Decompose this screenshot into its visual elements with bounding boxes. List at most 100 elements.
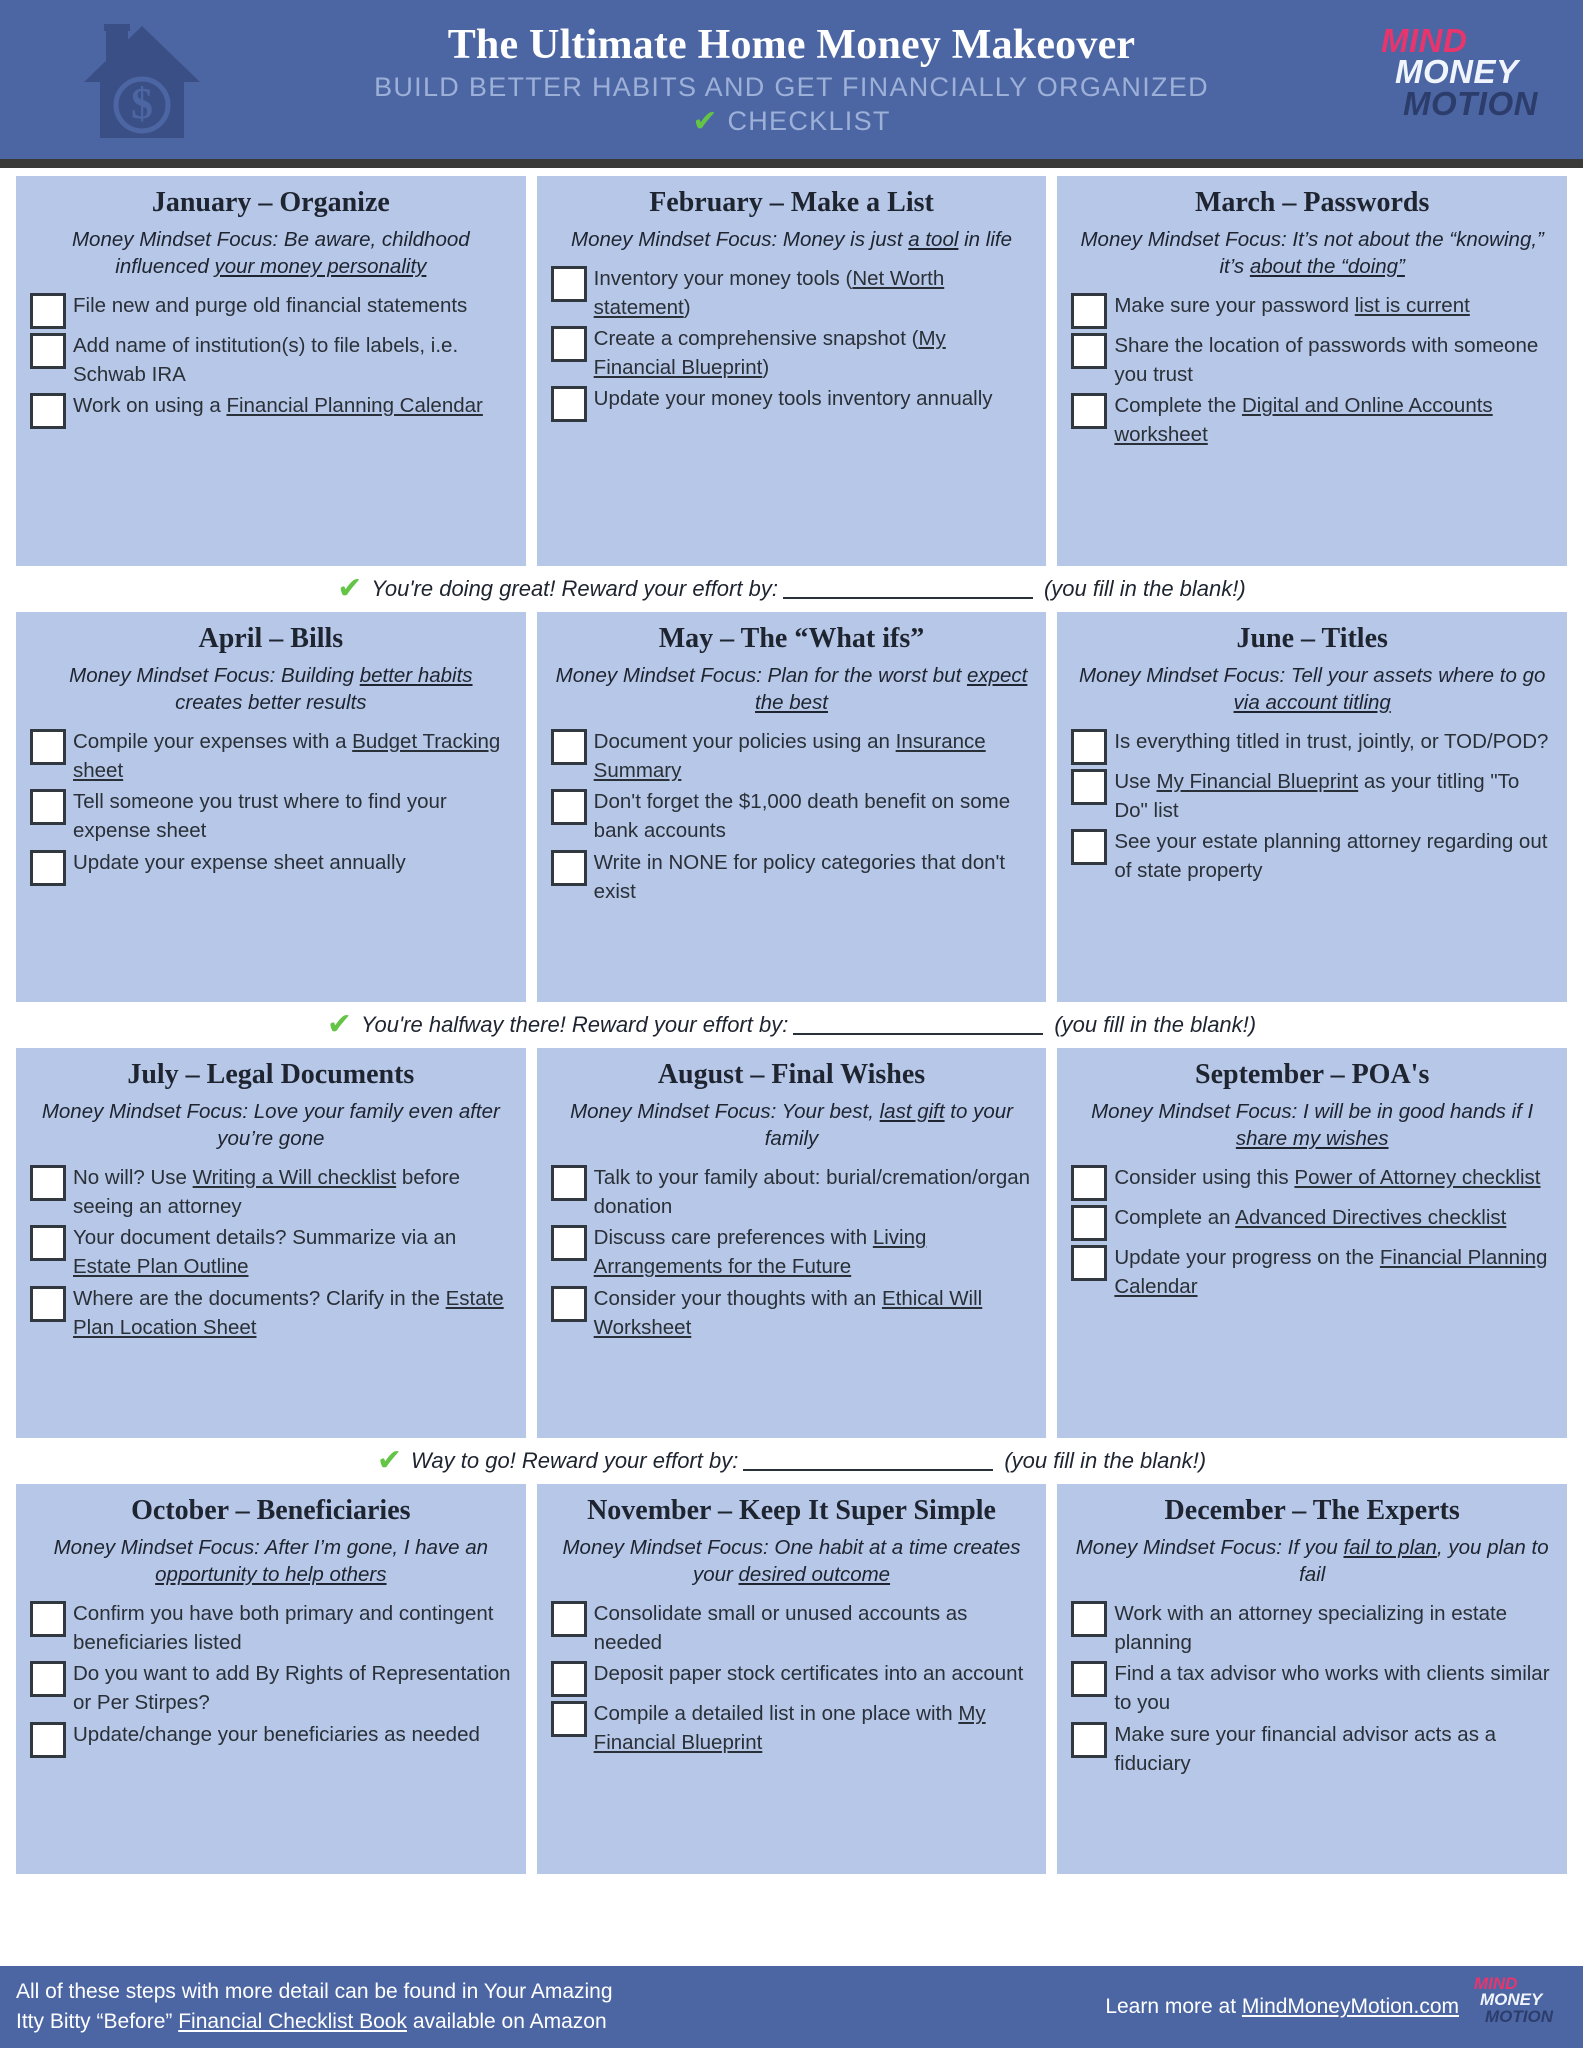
task-text-pre: See your estate planning attorney regard… xyxy=(1114,830,1548,883)
task-checkbox[interactable] xyxy=(30,1285,66,1322)
focus-emphasis: last gift xyxy=(879,1099,945,1123)
logo-line-money: MONEY xyxy=(1395,53,1519,91)
task-resource-link[interactable]: list is current xyxy=(1355,294,1470,317)
task-list: Consolidate small or unused accounts as … xyxy=(550,1598,1033,1758)
focus-emphasis: a tool xyxy=(908,227,959,251)
task-item: Where are the documents? Clarify in the … xyxy=(30,1283,512,1342)
task-checkbox[interactable] xyxy=(1071,333,1108,370)
reward-hint: (you fill in the blank!) xyxy=(1043,576,1246,601)
header-text-block: The Ultimate Home Money Makeover BUILD B… xyxy=(272,22,1312,147)
focus-emphasis: via account titling xyxy=(1233,690,1391,714)
footer-book-link[interactable]: Financial Checklist Book xyxy=(178,2010,407,2033)
task-item: Compile a detailed list in one place wit… xyxy=(550,1698,1033,1757)
task-checkbox[interactable] xyxy=(1071,769,1108,806)
month-title: May – The “What ifs” xyxy=(658,623,925,654)
task-item: Tell someone you trust where to find you… xyxy=(30,786,512,845)
month-title: July – Legal Documents xyxy=(127,1059,415,1090)
task-checkbox[interactable] xyxy=(30,1601,66,1638)
month-card-november: November – Keep It Super Simple Money Min… xyxy=(536,1484,1047,1874)
task-checkbox[interactable] xyxy=(30,789,66,826)
task-checkbox[interactable] xyxy=(1071,829,1108,866)
task-text-pre: Consider your thoughts with an xyxy=(593,1286,882,1310)
task-resource-link[interactable]: Advanced Directives checklist xyxy=(1235,1206,1506,1229)
month-title: February – Make a List xyxy=(649,187,934,218)
money-mindset-focus: Money Mindset Focus: Be aware, childhood… xyxy=(30,226,512,281)
green-check-icon: ✔ xyxy=(376,1443,403,1478)
task-label: Make sure your financial advisor acts as… xyxy=(1114,1719,1553,1778)
task-checkbox[interactable] xyxy=(550,386,587,423)
task-checkbox[interactable] xyxy=(550,1165,587,1202)
task-checkbox[interactable] xyxy=(30,293,66,330)
footer-website-link[interactable]: MindMoneyMotion.com xyxy=(1242,1995,1459,2018)
month-card-june: June – Titles Money Mindset Focus: Tell y… xyxy=(1057,612,1568,1002)
task-label: Your document details? Summarize via an … xyxy=(73,1222,512,1281)
task-list: Work with an attorney specializing in es… xyxy=(1071,1598,1553,1779)
month-card-october: October – Beneficiaries Money Mindset Foc… xyxy=(16,1484,526,1874)
task-text-pre: Tell someone you trust where to find you… xyxy=(73,790,447,843)
task-list: Talk to your family about: burial/cremat… xyxy=(550,1162,1033,1343)
task-item: Update your expense sheet annually xyxy=(30,847,512,886)
task-item: See your estate planning attorney regard… xyxy=(1071,826,1553,885)
task-checkbox[interactable] xyxy=(550,326,587,363)
task-item: Share the location of passwords with som… xyxy=(1071,330,1553,389)
task-checkbox[interactable] xyxy=(550,1601,587,1638)
task-label: Write in NONE for policy categories that… xyxy=(594,847,1033,906)
task-checkbox[interactable] xyxy=(550,789,587,826)
task-checkbox[interactable] xyxy=(1071,393,1108,430)
task-checkbox[interactable] xyxy=(1071,729,1108,766)
task-checkbox[interactable] xyxy=(1071,1165,1108,1202)
task-checkbox[interactable] xyxy=(550,1285,587,1322)
page-subtitle: BUILD BETTER HABITS AND GET FINANCIALLY … xyxy=(374,71,1209,102)
task-text-pre: Update your progress on the xyxy=(1114,1246,1380,1270)
task-checkbox[interactable] xyxy=(30,333,66,370)
task-checkbox[interactable] xyxy=(1071,1601,1108,1638)
task-checkbox[interactable] xyxy=(550,265,587,302)
task-checkbox[interactable] xyxy=(30,1225,66,1262)
task-resource-link[interactable]: Writing a Will checklist xyxy=(193,1166,397,1189)
task-item: Do you want to add By Rights of Represen… xyxy=(30,1658,512,1717)
task-label: Don't forget the $1,000 death benefit on… xyxy=(594,786,1033,845)
task-checkbox[interactable] xyxy=(30,729,66,766)
task-checkbox[interactable] xyxy=(550,1225,587,1262)
task-checkbox[interactable] xyxy=(1071,1721,1108,1758)
task-text-pre: File new and purge old financial stateme… xyxy=(73,294,468,318)
money-mindset-focus: Money Mindset Focus: Money is just a too… xyxy=(551,226,1033,253)
task-text-pre: Update your money tools inventory annual… xyxy=(593,387,993,411)
month-card-may: May – The “What ifs” Money Mindset Focus:… xyxy=(536,612,1047,1002)
reward-blank-field[interactable] xyxy=(793,1015,1044,1035)
task-label: Inventory your money tools (Net Worth st… xyxy=(594,263,1033,322)
reward-blank-field[interactable] xyxy=(743,1451,994,1471)
task-label: Consolidate small or unused accounts as … xyxy=(594,1598,1033,1657)
month-card-august: August – Final Wishes Money Mindset Focus… xyxy=(536,1048,1047,1438)
task-text-pre: Compile a detailed list in one place wit… xyxy=(593,1702,959,1726)
task-resource-link[interactable]: My Financial Blueprint xyxy=(1157,770,1359,793)
task-label: Complete an Advanced Directives checklis… xyxy=(1114,1202,1506,1232)
task-checkbox[interactable] xyxy=(30,1661,66,1698)
task-resource-link[interactable]: Power of Attorney checklist xyxy=(1294,1166,1540,1189)
task-checkbox[interactable] xyxy=(550,729,587,766)
money-mindset-focus: Money Mindset Focus: Love your family ev… xyxy=(30,1098,512,1153)
task-text-pre: Compile your expenses with a xyxy=(73,730,353,754)
task-label: See your estate planning attorney regard… xyxy=(1114,826,1553,885)
task-checkbox[interactable] xyxy=(30,849,66,886)
task-list: Make sure your password list is current S… xyxy=(1071,290,1553,450)
reward-blank-field[interactable] xyxy=(782,579,1033,599)
task-checkbox[interactable] xyxy=(550,1701,587,1738)
task-label: Is everything titled in trust, jointly, … xyxy=(1114,726,1548,756)
task-checkbox[interactable] xyxy=(1071,1205,1108,1242)
task-checkbox[interactable] xyxy=(1071,293,1108,330)
task-resource-link[interactable]: Estate Plan Outline xyxy=(73,1255,249,1278)
task-checkbox[interactable] xyxy=(550,1661,587,1698)
task-checkbox[interactable] xyxy=(30,1165,66,1202)
task-checkbox[interactable] xyxy=(1071,1661,1108,1698)
task-list: Document your policies using an Insuranc… xyxy=(550,726,1033,907)
task-checkbox[interactable] xyxy=(30,393,66,430)
task-checkbox[interactable] xyxy=(550,849,587,886)
task-resource-link[interactable]: Financial Planning Calendar xyxy=(226,394,482,417)
task-checkbox[interactable] xyxy=(1071,1245,1108,1282)
month-row-4: October – Beneficiaries Money Mindset Foc… xyxy=(16,1484,1568,1874)
task-item: Document your policies using an Insuranc… xyxy=(550,726,1033,785)
focus-suffix: creates better results xyxy=(175,690,367,714)
green-check-icon: ✔ xyxy=(692,103,718,139)
task-checkbox[interactable] xyxy=(30,1721,66,1758)
